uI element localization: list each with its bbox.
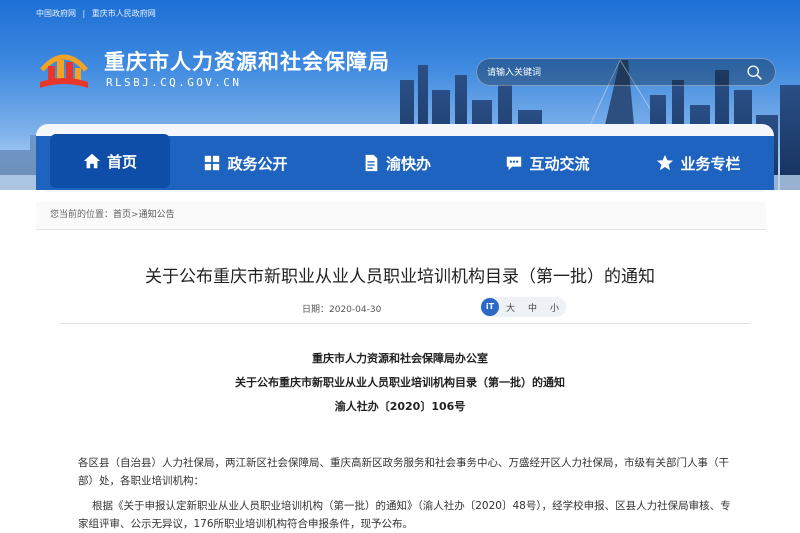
search-bar [476, 58, 776, 86]
search-icon[interactable] [746, 64, 763, 81]
body-paragraph: 根据《关于申报认定新职业从业人员职业培训机构（第一批）的通知》（渝人社办〔202… [78, 500, 731, 530]
bureau-logo[interactable] [38, 44, 90, 92]
nav-item-label: 互动交流 [529, 154, 590, 173]
doc-issuer: 重庆市人力资源和社会保障局办公室 [312, 352, 488, 365]
breadcrumb-separator: > [131, 210, 139, 220]
chat-icon [507, 156, 522, 171]
publish-date: 日期：2020-04-30 [302, 305, 382, 315]
nav-item-label: 业务专栏 [680, 154, 741, 173]
nav-item-label: 渝快办 [385, 154, 431, 173]
font-size-medium[interactable]: 中 [528, 301, 537, 314]
nav-item-business[interactable]: 业务专栏 [623, 136, 774, 190]
body-paragraph: 各区县（自治县）人力社保局，两江新区社会保障局、重庆高新区政务服务和社会事务中心… [78, 457, 729, 487]
site-title: 重庆市人力资源和社会保障局 [104, 50, 390, 74]
nav-item-gov-affairs[interactable]: 政务公开 [170, 136, 321, 190]
main-nav: 首页 政务公开 渝快办 互动交流 业务专栏 [36, 134, 774, 190]
star-icon [657, 154, 674, 171]
article-meta: 日期：2020-04-30 iT 大 中 小 [60, 290, 750, 324]
font-size-small[interactable]: 小 [550, 301, 559, 314]
nav-item-home[interactable]: 首页 [50, 134, 170, 188]
document-icon [365, 154, 378, 172]
doc-title: 关于公布重庆市新职业从业人员职业培训机构目录（第一批）的通知 [235, 376, 565, 389]
nav-item-interaction[interactable]: 互动交流 [472, 136, 623, 190]
nav-item-label: 政务公开 [227, 154, 288, 173]
breadcrumb-home-link[interactable]: 首页 [113, 210, 131, 220]
article-title: 关于公布重庆市新职业从业人员职业培训机构目录（第一批）的通知 [145, 267, 655, 287]
breadcrumb: 您当前的位置：首页>通知公告 [36, 202, 766, 230]
breadcrumb-current-link[interactable]: 通知公告 [139, 210, 175, 220]
font-size-icon: iT [481, 298, 499, 316]
nav-item-yukuaiban[interactable]: 渝快办 [321, 136, 472, 190]
top-links: 中国政府网 | 重庆市人民政府网 [36, 8, 160, 19]
doc-number: 渝人社办〔2020〕106号 [334, 400, 466, 413]
gov-portal-link[interactable]: 中国政府网 [36, 9, 76, 18]
site-domain: RLSBJ.CQ.GOV.CN [106, 76, 242, 89]
home-icon [83, 153, 101, 169]
breadcrumb-prefix: 您当前的位置： [50, 210, 114, 220]
search-input[interactable] [487, 63, 727, 83]
grid-icon [205, 155, 220, 171]
font-size-large[interactable]: 大 [506, 301, 515, 314]
nav-item-label: 首页 [106, 152, 137, 171]
link-separator: | [82, 9, 86, 18]
municipal-portal-link[interactable]: 重庆市人民政府网 [92, 9, 156, 18]
font-size-switcher: iT 大 中 小 [480, 297, 566, 317]
